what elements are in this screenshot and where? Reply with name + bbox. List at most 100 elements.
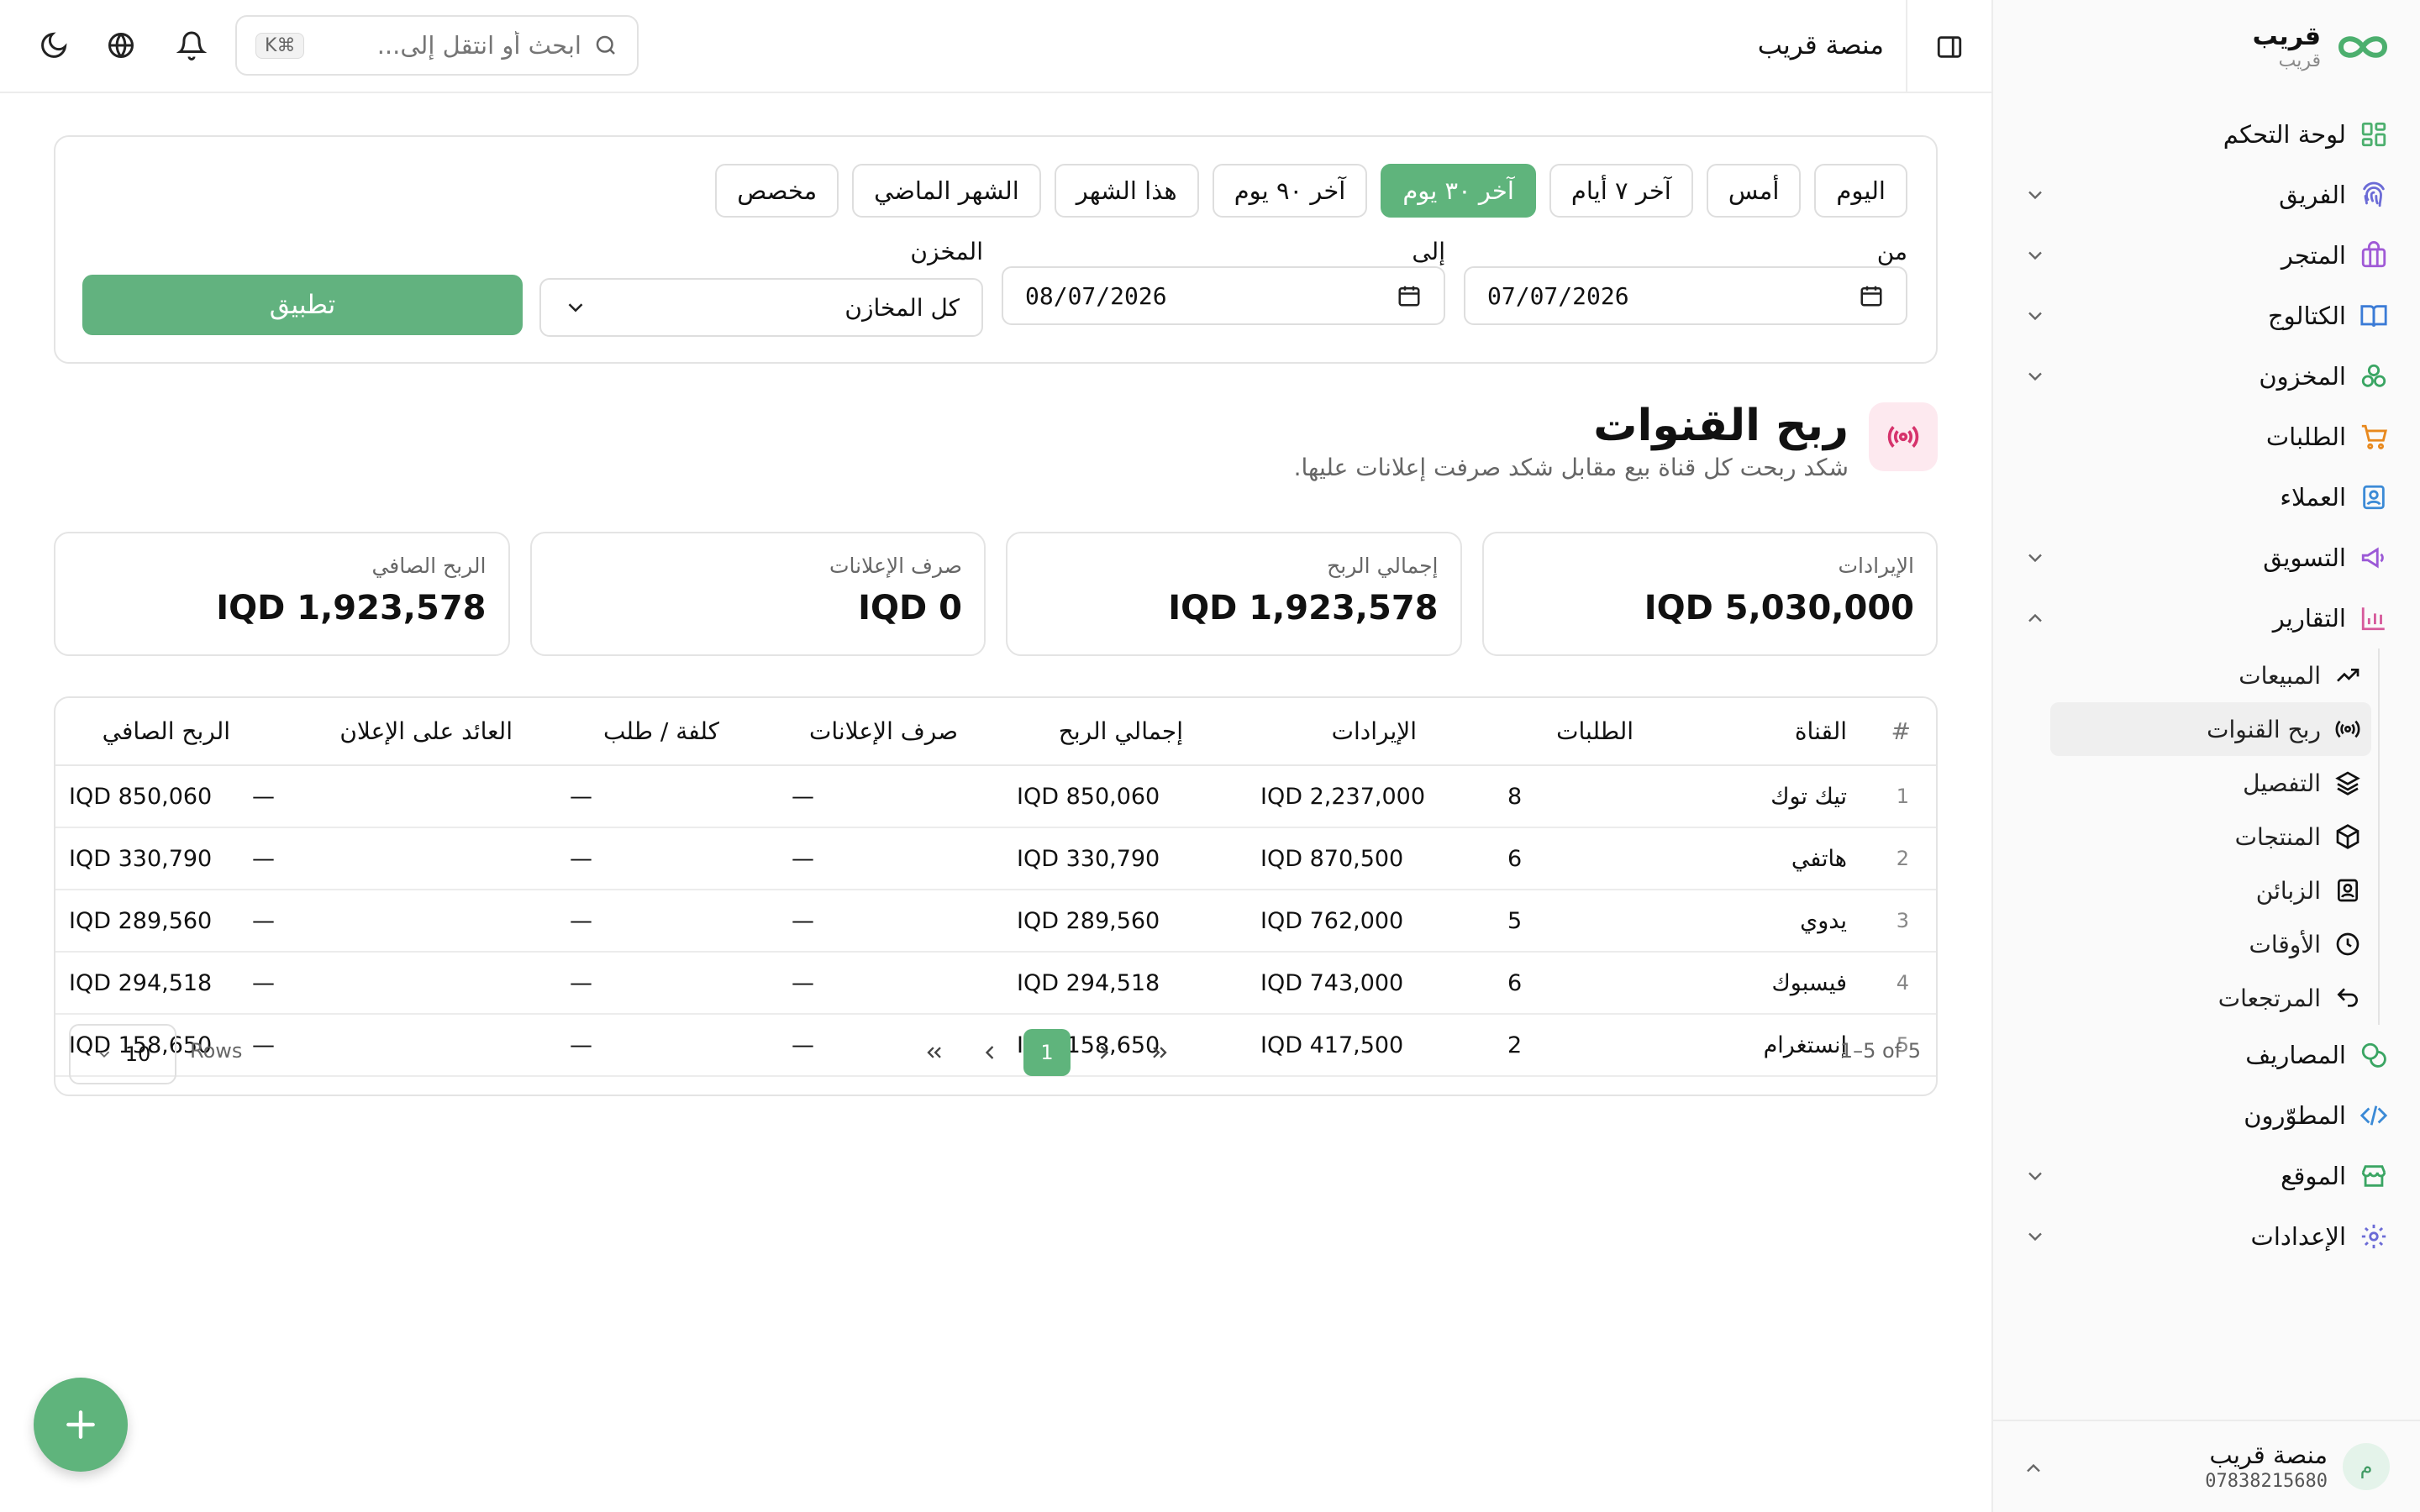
search-input[interactable]	[371, 31, 581, 60]
sidebar-subitem-sales[interactable]: المبيعات	[2050, 648, 2371, 702]
warehouse-select[interactable]: كل المخازن	[539, 278, 983, 337]
sidebar-item-catalog[interactable]: الكتالوج	[2012, 286, 2400, 346]
chevrons-right-icon	[1153, 1047, 1167, 1058]
stat-card-ad-spend: صرف الإعلانات IQD 0	[529, 532, 986, 656]
warehouse-value: كل المخازن	[844, 293, 960, 322]
column-header[interactable]: القناة	[1724, 698, 1872, 766]
rows-per-page-select[interactable]: 10	[69, 1024, 176, 1084]
brand-logo-icon	[2338, 36, 2388, 58]
globe-icon[interactable]	[106, 30, 136, 60]
preset-custom[interactable]: مخصص	[715, 164, 839, 218]
chevron-down-icon[interactable]	[2023, 183, 2047, 207]
channel-profit-table-card: # القناة الطلبات الإيرادات إجمالي الربح …	[54, 696, 1938, 1096]
contact-icon	[2363, 485, 2385, 510]
rows-label: Rows	[190, 1039, 243, 1063]
preset-last-90-days[interactable]: آخر ٩٠ يوم	[1212, 164, 1368, 218]
add-button[interactable]	[34, 1378, 128, 1472]
chevron-down-icon[interactable]	[2023, 244, 2047, 267]
last-page-button[interactable]	[1138, 1031, 1181, 1074]
top-bar: منصة قريب ⌘K	[0, 0, 1991, 93]
preset-this-month[interactable]: هذا الشهر	[1054, 164, 1199, 218]
sidebar-subitem-products[interactable]: المنتجات	[2050, 810, 2371, 864]
bell-icon[interactable]	[176, 30, 207, 60]
preset-last-30-days[interactable]: آخر ٣٠ يوم	[1381, 164, 1536, 218]
section-icon	[1869, 402, 1938, 471]
sidebar-subitem-breakdown[interactable]: التفصيل	[2050, 756, 2371, 810]
stat-label: إجمالي الربح	[1327, 554, 1439, 578]
date-presets: اليوم أمس آخر ٧ أيام آخر ٣٠ يوم آخر ٩٠ ي…	[715, 164, 1907, 218]
sidebar-item-settings[interactable]: الإعدادات	[2012, 1206, 2400, 1267]
apply-button[interactable]: تطبيق	[82, 275, 523, 335]
sidebar-subitem-customers[interactable]: الزبائن	[2050, 864, 2371, 917]
column-header[interactable]: إجمالي الربح	[992, 698, 1234, 766]
channel-cell: تيك توك	[1724, 765, 1872, 828]
chevron-down-icon[interactable]	[2023, 1164, 2047, 1188]
net-profit-cell: IQD 850,060	[55, 765, 244, 828]
sidebar-subitem-channel-profit[interactable]: ربح القنوات	[2050, 702, 2371, 756]
preset-last-month[interactable]: الشهر الماضي	[852, 164, 1041, 218]
reports-sub-nav: المبيعات ربح القنوات التفصيل المنتجات ال…	[2012, 648, 2380, 1025]
customer-card-icon	[2338, 879, 2358, 902]
revenue-cell: IQD 2,237,000	[1234, 765, 1467, 828]
chevron-down-icon[interactable]	[2023, 304, 2047, 328]
from-date-value: 07/07/2026	[1487, 281, 1629, 310]
sidebar-item-expenses[interactable]: المصاريف	[2012, 1025, 2400, 1085]
stats-row: الإيرادات IQD 5,030,000 إجمالي الربح IQD…	[54, 532, 1938, 656]
table-header-row: # القناة الطلبات الإيرادات إجمالي الربح …	[55, 698, 1936, 766]
moon-icon[interactable]	[39, 30, 69, 60]
chevron-down-icon	[568, 303, 583, 312]
sidebar-subitem-label: المبيعات	[2238, 661, 2321, 690]
sidebar-item-reports[interactable]: التقارير	[2012, 588, 2400, 648]
sidebar-subitem-label: التفصيل	[2243, 769, 2321, 797]
table-row[interactable]: 3 يدوي 5 IQD 762,000 IQD 289,560 — — — I…	[55, 890, 1936, 953]
chevron-up-icon[interactable]	[2022, 1457, 2045, 1480]
table-row[interactable]: 2 هاتفي 6 IQD 870,500 IQD 330,790 — — — …	[55, 827, 1936, 890]
gross-profit-cell: IQD 850,060	[992, 765, 1234, 828]
column-header[interactable]: صرف الإعلانات	[748, 698, 992, 766]
sidebar-item-marketing[interactable]: التسويق	[2012, 528, 2400, 588]
first-page-button[interactable]	[913, 1031, 956, 1074]
sidebar-item-website[interactable]: الموقع	[2012, 1146, 2400, 1206]
user-menu[interactable]: م منصة قريب 07838215680	[1991, 1420, 2420, 1512]
chevron-down-icon[interactable]	[2023, 1225, 2047, 1248]
sidebar-item-inventory[interactable]: المخزون	[2012, 346, 2400, 407]
column-header[interactable]: الربح الصافي	[55, 698, 244, 766]
sidebar-item-customers[interactable]: العملاء	[2012, 467, 2400, 528]
sidebar-item-developers[interactable]: المطوّرون	[2012, 1085, 2400, 1146]
prev-page-button[interactable]	[968, 1031, 1012, 1074]
column-header[interactable]: كلفة / طلب	[538, 698, 748, 766]
clock-icon	[2336, 932, 2360, 956]
search-box[interactable]: ⌘K	[235, 15, 639, 76]
table-row[interactable]: 4 فيسبوك 6 IQD 743,000 IQD 294,518 — — —…	[55, 952, 1936, 1015]
chevron-down-icon[interactable]	[2023, 546, 2047, 570]
chevron-down-icon[interactable]	[2023, 365, 2047, 388]
preset-last-7-days[interactable]: آخر ٧ أيام	[1549, 164, 1693, 218]
orders-cell: 6	[1467, 827, 1724, 890]
pagination-nav: 1	[913, 1029, 1181, 1076]
column-header[interactable]: العائد على الإعلان	[244, 698, 538, 766]
sidebar-item-orders[interactable]: الطلبات	[2012, 407, 2400, 467]
next-page-button[interactable]	[1082, 1031, 1126, 1074]
sidebar-toggle-button[interactable]	[1906, 0, 1991, 93]
sidebar-subitem-returns[interactable]: المرتجعات	[2050, 971, 2371, 1025]
column-header[interactable]: الطلبات	[1467, 698, 1724, 766]
from-date-field[interactable]: 07/07/2026	[1464, 266, 1907, 325]
sidebar-item-store[interactable]: المتجر	[2012, 225, 2400, 286]
preset-today[interactable]: اليوم	[1814, 164, 1907, 218]
broadcast-icon	[2335, 720, 2360, 738]
cost-per-order-cell: —	[538, 890, 748, 953]
sidebar-item-team[interactable]: الفريق	[2012, 165, 2400, 225]
chevron-up-icon[interactable]	[2023, 606, 2047, 630]
column-header[interactable]: الإيرادات	[1234, 698, 1467, 766]
to-label: إلى	[1412, 238, 1445, 265]
roas-cell: —	[244, 765, 538, 828]
sidebar-item-dashboard[interactable]: لوحة التحكم	[2012, 104, 2400, 165]
table-row[interactable]: 1 تيك توك 8 IQD 2,237,000 IQD 850,060 — …	[55, 765, 1936, 828]
current-page[interactable]: 1	[1023, 1029, 1071, 1076]
to-date-field[interactable]: 08/07/2026	[1002, 266, 1445, 325]
brand[interactable]: قريب قريب	[2253, 20, 2390, 74]
preset-yesterday[interactable]: أمس	[1706, 164, 1802, 218]
sidebar-subitem-times[interactable]: الأوقات	[2050, 917, 2371, 971]
sidebar-item-label: الفريق	[2279, 181, 2346, 209]
filter-card: اليوم أمس آخر ٧ أيام آخر ٣٠ يوم آخر ٩٠ ي…	[54, 135, 1938, 364]
